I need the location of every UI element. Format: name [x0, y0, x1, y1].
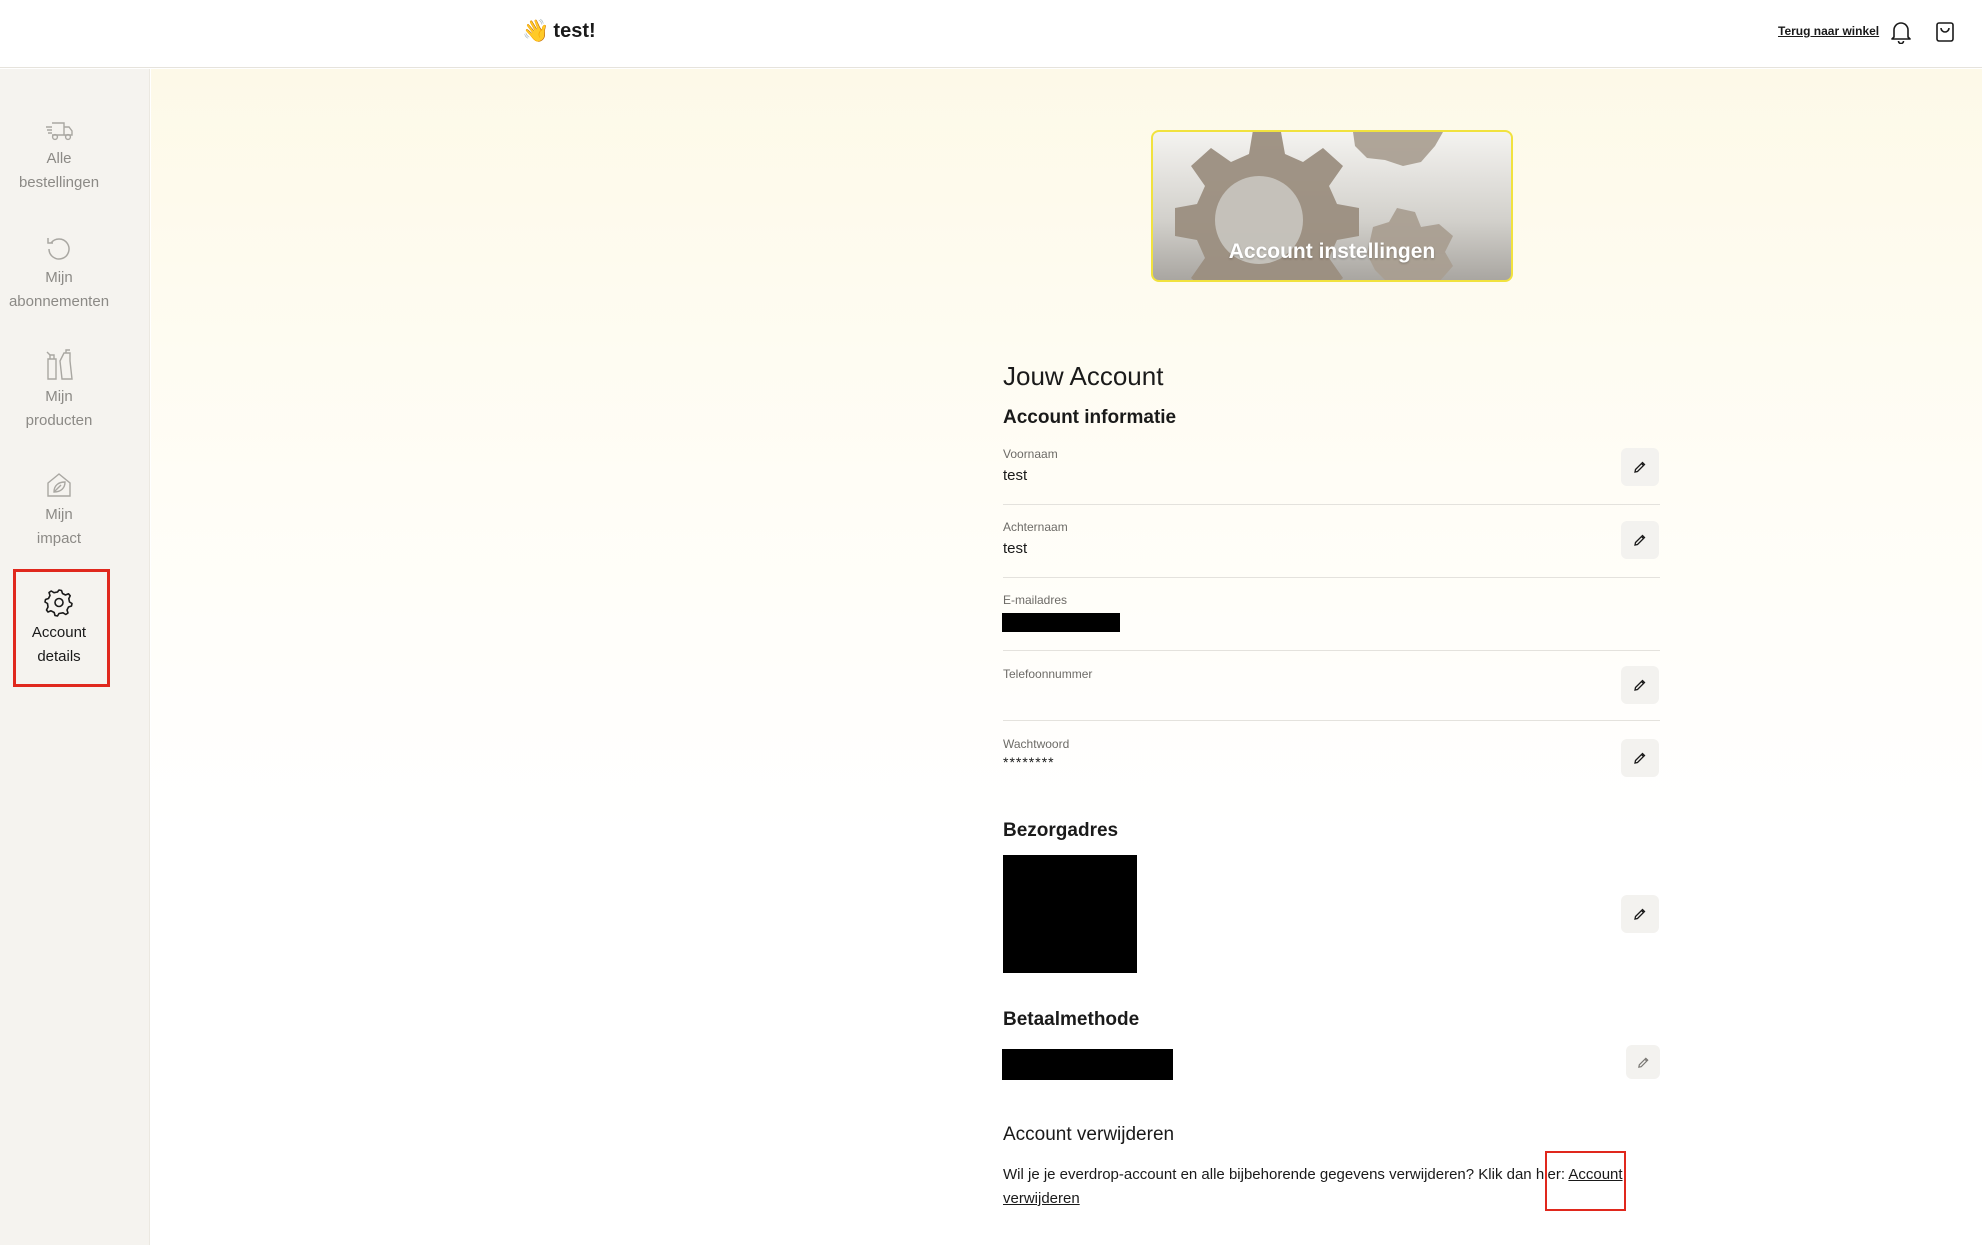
pencil-icon [1634, 534, 1646, 546]
field-email: E-mailadres [1002, 588, 1660, 651]
field-value: test [1003, 540, 1028, 557]
pencil-icon [1634, 461, 1646, 473]
highlight-frame [13, 569, 110, 687]
sidebar: Alle bestellingen Mijn abonnementen Mijn… [0, 69, 150, 1245]
sidebar-item-products[interactable]: Mijn producten [0, 345, 118, 433]
redacted-email [1002, 613, 1120, 632]
refresh-icon [0, 226, 118, 262]
sidebar-item-impact[interactable]: Mijn impact [0, 463, 118, 551]
payment-method-title: Betaalmethode [1003, 1009, 1140, 1030]
top-header: 👋 test! Terug naar winkel [0, 0, 1982, 68]
back-to-shop-link[interactable]: Terug naar winkel [1778, 24, 1879, 38]
edit-password-button[interactable] [1621, 739, 1659, 777]
account-settings-banner: Account instellingen [1151, 130, 1513, 282]
field-label: Telefoonnummer [1003, 667, 1093, 681]
greeting-text: test! [553, 19, 596, 42]
field-label: Voornaam [1003, 447, 1058, 461]
sidebar-item-orders[interactable]: Alle bestellingen [0, 107, 118, 195]
field-label: Achternaam [1003, 520, 1068, 534]
waving-hand-icon: 👋 [522, 18, 550, 43]
spray-bottle-icon [0, 345, 118, 381]
page-title: Jouw Account [1003, 361, 1164, 391]
sidebar-item-account-details[interactable]: Account details [0, 569, 118, 687]
sidebar-item-label: Mijn [45, 269, 73, 286]
field-value: ******** [1003, 754, 1055, 770]
field-value: test [1003, 467, 1028, 484]
edit-last-name-button[interactable] [1621, 521, 1659, 559]
delete-account-title: Account verwijderen [1003, 1124, 1174, 1146]
pencil-icon [1634, 752, 1646, 764]
field-label: Wachtwoord [1003, 737, 1070, 751]
redacted-payment [1002, 1049, 1173, 1080]
redacted-address [1003, 855, 1137, 973]
banner-title: Account instellingen [1228, 240, 1436, 263]
delivery-address-title: Bezorgadres [1003, 820, 1119, 841]
field-last-name: Achternaam test [1003, 515, 1660, 578]
edit-first-name-button[interactable] [1621, 448, 1659, 486]
sidebar-item-label: bestellingen [18, 174, 100, 191]
delete-account-text: Wil je je everdrop-account en alle bijbe… [1003, 1166, 1565, 1183]
sidebar-item-label: abonnementen [8, 293, 110, 310]
field-phone: Telefoonnummer [1003, 661, 1660, 721]
sidebar-item-label: Mijn [45, 388, 73, 405]
sidebar-item-label: Mijn [45, 506, 73, 523]
field-label: E-mailadres [1003, 593, 1068, 607]
edit-address-button[interactable] [1621, 895, 1659, 933]
highlight-frame [1545, 1151, 1626, 1211]
field-first-name: Voornaam test [1003, 442, 1660, 505]
pencil-icon [1637, 1056, 1649, 1068]
shopping-bag-icon[interactable] [1931, 18, 1959, 46]
sidebar-item-label: Alle [46, 150, 72, 167]
edit-payment-button[interactable] [1626, 1045, 1660, 1079]
bell-icon[interactable] [1887, 18, 1915, 46]
sidebar-item-label: impact [36, 530, 82, 547]
account-info-title: Account informatie [1003, 407, 1177, 428]
leaf-house-icon [0, 463, 118, 499]
field-password: Wachtwoord ******** [1003, 731, 1660, 791]
delete-account-title-text: Account verwijderen [1003, 1124, 1175, 1145]
delivery-truck-icon [0, 107, 118, 143]
pencil-icon [1634, 679, 1646, 691]
greeting: 👋 test! [522, 18, 596, 44]
sidebar-item-label: producten [25, 412, 93, 429]
edit-phone-button[interactable] [1621, 666, 1659, 704]
sidebar-item-subscriptions[interactable]: Mijn abonnementen [0, 226, 118, 314]
pencil-icon [1634, 908, 1646, 920]
